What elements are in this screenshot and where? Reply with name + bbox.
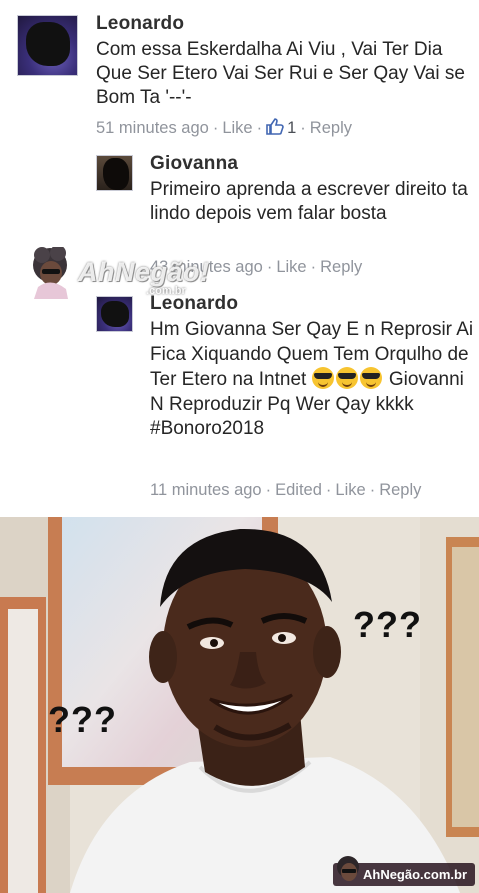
comment-text: Com essa Eskerdalha Ai Viu , Vai Ter Dia… — [96, 39, 465, 108]
comment-time[interactable]: 51 minutes ago — [96, 119, 209, 138]
comment-thread: Leonardo Com essa Eskerdalha Ai Viu , Va… — [0, 0, 479, 515]
comment-author[interactable]: Leonardo — [96, 13, 184, 35]
confused-man-meme-image: ??? ??? AhNegão.com.br — [0, 517, 479, 893]
comment-author[interactable]: Giovanna — [150, 153, 238, 175]
comment-text: Hm Giovanna Ser Qay E n Reprosir Ai Fica… — [150, 318, 475, 442]
question-marks-left: ??? — [48, 699, 117, 740]
avatar[interactable] — [96, 155, 133, 191]
comment-meta: 11 minutes ago · Edited · Like · Reply — [150, 481, 422, 500]
comment-meta: 51 minutes ago · Like · 1 · Reply — [96, 118, 352, 140]
site-watermark: AhNegão! .com.br — [28, 247, 209, 305]
edited-label[interactable]: Edited — [275, 481, 322, 500]
watermark-domain: .com.br — [146, 285, 186, 297]
comment-text: Primeiro aprenda a escrever direito ta l… — [150, 179, 468, 224]
reply-button[interactable]: Reply — [379, 481, 421, 500]
avatar[interactable] — [17, 15, 78, 76]
like-button[interactable]: Like — [276, 258, 306, 277]
like-count: 1 — [287, 119, 297, 137]
reply-button[interactable]: Reply — [310, 119, 352, 138]
watermark-mascot-icon — [337, 856, 359, 881]
footer-watermark: AhNegão.com.br — [332, 856, 475, 887]
thumbs-up-icon — [266, 118, 284, 140]
cool-emoji-icon — [311, 367, 334, 389]
like-button[interactable]: Like — [222, 119, 252, 138]
cool-emoji-icon — [359, 367, 382, 389]
cool-emoji-icon — [335, 367, 358, 389]
question-marks-right: ??? — [353, 604, 422, 645]
comment-time[interactable]: 11 minutes ago — [150, 481, 262, 500]
watermark-mascot-icon — [33, 247, 68, 299]
watermark-brand: AhNegão! — [78, 257, 210, 287]
like-button[interactable]: Like — [335, 481, 365, 500]
reply-button[interactable]: Reply — [320, 258, 362, 277]
